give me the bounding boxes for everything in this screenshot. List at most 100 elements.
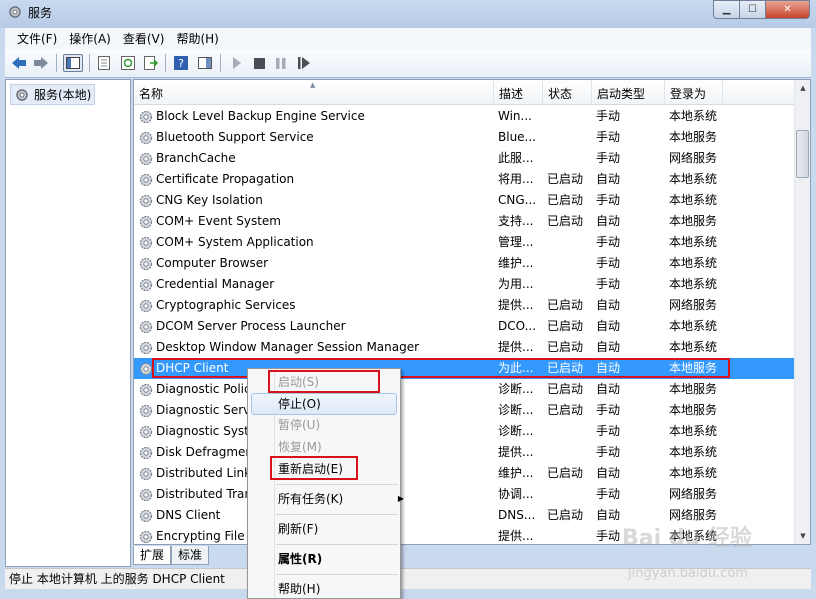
scroll-down-arrow-icon[interactable]: ▼ [795,528,811,544]
menu-item-help[interactable]: 帮助(H) [278,579,320,599]
services-gear-icon [9,6,21,18]
service-gear-icon [139,173,153,187]
title-bar: 服务 ▁ ☐ ✕ [0,0,816,28]
menu-item-properties[interactable]: 属性(R) [278,549,322,569]
column-header-status[interactable]: 状态 [543,80,592,105]
service-description: Blue... [498,130,536,144]
tree-item-label: 服务(本地) [34,88,92,102]
service-log-on-as: 本地系统 [669,172,718,186]
console-tree-icon[interactable] [63,54,83,72]
service-description: 提供... [498,340,534,354]
help-icon[interactable]: ? [171,54,191,72]
service-gear-icon [139,110,153,124]
service-name: Certificate Propagation [156,172,295,186]
service-startup-type: 自动 [596,382,621,396]
service-startup-type: 手动 [596,256,621,270]
sort-ascending-icon: ▲ [310,81,316,89]
service-status [547,127,591,148]
service-gear-icon [139,194,153,208]
tab-extended[interactable]: 扩展 [133,546,172,565]
service-description: 诊断... [498,382,534,396]
service-startup-type: 手动 [596,424,621,438]
menu-separator [276,484,398,485]
column-header-startup-type[interactable]: 启动类型 [592,80,665,105]
service-gear-icon [139,341,153,355]
service-status: 已启动 [547,340,584,354]
show-hide-action-pane-icon[interactable] [195,54,215,72]
service-startup-type: 手动 [596,109,621,123]
menu-item-all-tasks-label: 所有任务(K) [278,492,344,506]
service-row[interactable]: Disk Defragmen 提供... 手动 本地系统 [134,442,794,463]
service-name: Credential Manager [156,277,275,291]
service-log-on-as: 本地系统 [669,256,718,270]
service-row[interactable]: COM+ System Application 管理... 手动 本地系统 [134,232,794,253]
service-row[interactable]: Diagnostic Syste 诊断... 手动 本地系统 [134,421,794,442]
menu-bar: 文件(F) 操作(A) 查看(V) 帮助(H) [5,28,811,49]
menu-file[interactable]: 文件(F) [11,30,63,47]
pause-service-icon[interactable] [271,54,291,72]
service-row[interactable]: Diagnostic Polic 诊断... 已启动 自动 本地服务 [134,379,794,400]
service-row[interactable]: Certificate Propagation 将用... 已启动 自动 本地系统 [134,169,794,190]
back-arrow-icon[interactable] [9,54,29,72]
service-row[interactable]: DCOM Server Process Launcher DCO... 已启动 自动 本… [134,316,794,337]
service-log-on-as: 网络服务 [669,487,718,501]
forward-arrow-icon[interactable] [31,54,51,72]
service-name: Desktop Window Manager Session Manager [156,340,420,354]
window-title: 服务 [28,6,53,20]
menu-view[interactable]: 查看(V) [117,30,171,47]
service-name: COM+ Event System [156,214,281,228]
close-button[interactable]: ✕ [766,0,810,19]
context-menu-hover-highlight [251,393,397,415]
minimize-button[interactable]: ▁ [713,0,740,19]
properties-sheet-icon[interactable] [94,54,114,72]
menu-item-all-tasks[interactable]: 所有任务(K) ▶ [278,489,404,509]
scrollbar-thumb[interactable] [796,130,809,178]
scroll-up-arrow-icon[interactable]: ▲ [795,80,811,96]
service-row[interactable]: Distributed Tran 协调... 手动 网络服务 [134,484,794,505]
service-name: BranchCache [156,151,236,165]
service-description: 管理... [498,235,534,249]
tree-item-services-local[interactable]: 服务(本地) [10,84,96,105]
column-header-log-on-as[interactable]: 登录为 [665,80,723,105]
column-header-description[interactable]: 描述 [494,80,543,105]
service-row[interactable]: COM+ Event System 支持... 已启动 自动 本地服务 [134,211,794,232]
service-status: 已启动 [547,214,584,228]
service-gear-icon [139,236,153,250]
vertical-scrollbar[interactable]: ▲ ▼ [794,80,810,544]
service-row[interactable]: Diagnostic Servi 诊断... 已启动 手动 本地服务 [134,400,794,421]
service-log-on-as: 本地服务 [669,403,718,417]
console-tree-pane: 服务(本地) [5,79,131,567]
service-row[interactable]: Credential Manager 为用... 手动 本地系统 [134,274,794,295]
service-row[interactable]: Bluetooth Support Service Blue... 手动 本地服务 [134,127,794,148]
service-row[interactable]: BranchCache 此服... 手动 网络服务 [134,148,794,169]
service-gear-icon [139,467,153,481]
menu-item-resume[interactable]: 恢复(M) [278,437,322,457]
service-row[interactable]: Desktop Window Manager Session Manager 提供… [134,337,794,358]
service-gear-icon [139,404,153,418]
menu-item-pause[interactable]: 暂停(U) [278,415,320,435]
menu-help[interactable]: 帮助(H) [170,30,224,47]
service-row[interactable]: Block Level Backup Engine Service Win... 手… [134,106,794,127]
restart-service-icon[interactable] [294,54,314,72]
service-gear-icon [139,446,153,460]
service-description: 支持... [498,214,534,228]
service-gear-icon [139,320,153,334]
menu-action[interactable]: 操作(A) [63,30,117,47]
menu-separator [276,574,398,575]
maximize-button[interactable]: ☐ [740,0,766,19]
service-row[interactable]: Cryptographic Services 提供... 已启动 自动 网络服务 [134,295,794,316]
tab-standard[interactable]: 标准 [171,546,210,565]
start-service-icon[interactable] [227,54,247,72]
export-list-icon[interactable] [141,54,161,72]
service-gear-icon [139,383,153,397]
service-row[interactable]: CNG Key Isolation CNG... 已启动 手动 本地系统 [134,190,794,211]
refresh-icon[interactable] [118,54,138,72]
stop-service-icon[interactable] [249,54,269,72]
service-status [547,526,591,544]
menu-item-refresh[interactable]: 刷新(F) [278,519,318,539]
service-status: 已启动 [547,466,584,480]
service-row[interactable]: Distributed Link 维护... 已启动 自动 本地系统 [134,463,794,484]
service-row[interactable]: Computer Browser 维护... 手动 本地系统 [134,253,794,274]
menu-item-stop[interactable]: 停止(O) [278,394,321,414]
service-name: Computer Browser [156,256,269,270]
